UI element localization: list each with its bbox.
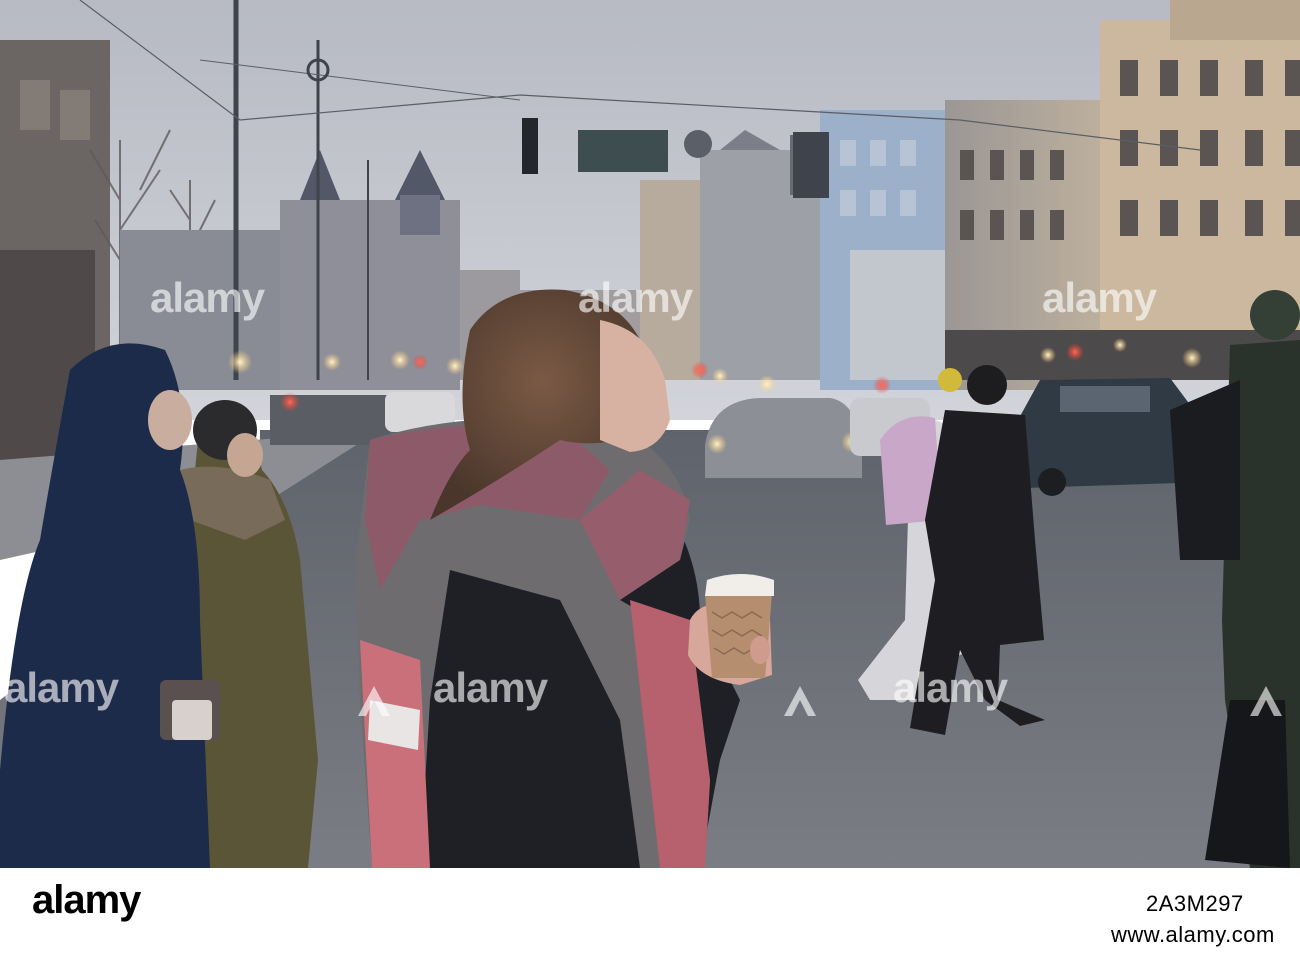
image-id: 2A3M297 [1146, 891, 1244, 916]
alamy-a-icon [784, 686, 816, 716]
logo-text: alamy [32, 878, 141, 922]
alamy-a-icon [1250, 686, 1282, 716]
alamy-logo[interactable]: alamy [32, 878, 141, 922]
watermark-text: alamy [433, 664, 548, 711]
footer-bar [0, 868, 1300, 956]
watermark-text: alamy [150, 274, 265, 321]
watermark-text: alamy [893, 664, 1008, 711]
watermark-text: alamy [1042, 274, 1157, 321]
stock-photo: alamy alamy alamy alamy alamy alamy [0, 0, 1300, 868]
watermark-text: alamy [4, 664, 119, 711]
site-url[interactable]: www.alamy.com [1111, 922, 1275, 948]
watermark-text: alamy [578, 274, 693, 321]
center-right-buildings [700, 110, 965, 390]
alamy-a-icon [358, 686, 390, 716]
